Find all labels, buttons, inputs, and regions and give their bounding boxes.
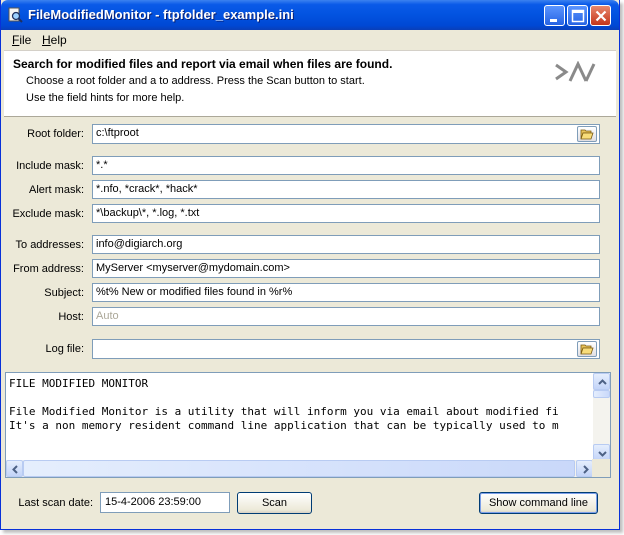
digiarch-logo-icon xyxy=(555,61,596,82)
subject-input[interactable]: %t% New or modified files found in %r% xyxy=(92,283,600,302)
horizontal-scrollbar[interactable] xyxy=(6,460,593,477)
host-input[interactable]: Auto xyxy=(92,307,600,326)
close-icon xyxy=(595,10,607,22)
last-scan-date-field[interactable]: 15-4-2006 23:59:00 xyxy=(100,492,230,513)
to-addresses-value: info@digiarch.org xyxy=(96,238,183,250)
host-value: Auto xyxy=(96,310,119,322)
folder-open-icon xyxy=(580,344,594,355)
minimize-button[interactable] xyxy=(544,5,565,26)
menu-bar: File Help xyxy=(4,30,616,51)
menu-help[interactable]: Help xyxy=(42,33,67,47)
root-folder-input[interactable]: c:\ftproot xyxy=(92,124,600,144)
include-mask-label: Include mask: xyxy=(16,160,84,172)
vertical-scroll-thumb[interactable] xyxy=(593,390,610,398)
chevron-left-icon xyxy=(12,465,18,474)
to-addresses-input[interactable]: info@digiarch.org xyxy=(92,235,600,254)
memo-line: FILE MODIFIED MONITOR xyxy=(9,377,149,390)
last-scan-label: Last scan date: xyxy=(18,497,93,509)
from-address-input[interactable]: MyServer <myserver@mydomain.com> xyxy=(92,259,600,278)
host-label: Host: xyxy=(58,311,84,323)
window-title: FileModifiedMonitor - ftpfolder_example.… xyxy=(28,7,294,22)
close-button[interactable] xyxy=(590,5,611,26)
menu-file[interactable]: File xyxy=(12,33,31,47)
memo-text: FILE MODIFIED MONITOR File Modified Monit… xyxy=(9,377,559,433)
scroll-right-button[interactable] xyxy=(576,460,593,477)
maximize-button[interactable] xyxy=(567,5,588,26)
to-addresses-label: To addresses: xyxy=(15,239,84,251)
show-command-line-button[interactable]: Show command line xyxy=(479,492,598,514)
alert-mask-input[interactable]: *.nfo, *crack*, *hack* xyxy=(92,180,600,199)
alert-mask-label: Alert mask: xyxy=(28,184,84,196)
scroll-up-button[interactable] xyxy=(593,373,610,390)
include-mask-value: *.* xyxy=(96,159,108,171)
header-instruction-2: Use the field hints for more help. xyxy=(26,92,185,104)
maximize-icon xyxy=(571,9,585,23)
scan-button[interactable]: Scan xyxy=(237,492,312,514)
vertical-scrollbar[interactable] xyxy=(593,373,610,461)
include-mask-input[interactable]: *.* xyxy=(92,156,600,175)
memo-line: File Modified Monitor is a utility that … xyxy=(9,405,559,418)
header-instruction-1: Choose a root folder and a to address. P… xyxy=(26,75,365,87)
magnifier-file-icon xyxy=(8,7,23,23)
app-window: FileModifiedMonitor - ftpfolder_example.… xyxy=(0,0,620,530)
subject-value: %t% New or modified files found in %r% xyxy=(96,286,293,298)
header-panel: Search for modified files and report via… xyxy=(4,51,616,117)
minimize-icon xyxy=(550,19,557,22)
header-title: Search for modified files and report via… xyxy=(13,57,393,71)
log-file-browse-button[interactable] xyxy=(577,341,597,357)
chevron-up-icon xyxy=(598,379,607,385)
root-folder-value: c:\ftproot xyxy=(96,127,139,139)
root-folder-browse-button[interactable] xyxy=(577,126,597,142)
exclude-mask-value: *\backup\*, *.log, *.txt xyxy=(96,207,200,219)
exclude-mask-label: Exclude mask: xyxy=(12,208,84,220)
output-memo[interactable]: FILE MODIFIED MONITOR File Modified Monit… xyxy=(5,372,611,478)
subject-label: Subject: xyxy=(44,287,84,299)
from-address-value: MyServer <myserver@mydomain.com> xyxy=(96,262,290,274)
root-folder-label: Root folder: xyxy=(27,128,84,140)
last-scan-date-value: 15-4-2006 23:59:00 xyxy=(105,496,202,508)
title-bar[interactable]: FileModifiedMonitor - ftpfolder_example.… xyxy=(1,0,619,30)
scrollbar-corner xyxy=(592,459,610,477)
log-file-label: Log file: xyxy=(45,343,84,355)
exclude-mask-input[interactable]: *\backup\*, *.log, *.txt xyxy=(92,204,600,223)
horizontal-scroll-thumb[interactable] xyxy=(23,460,575,477)
alert-mask-value: *.nfo, *crack*, *hack* xyxy=(96,183,198,195)
memo-line: It's a non memory resident command line … xyxy=(9,419,559,432)
scroll-left-button[interactable] xyxy=(6,460,23,477)
log-file-input[interactable] xyxy=(92,339,600,359)
from-address-label: From address: xyxy=(13,263,84,275)
folder-open-icon xyxy=(580,129,594,140)
memo-line xyxy=(9,391,559,405)
